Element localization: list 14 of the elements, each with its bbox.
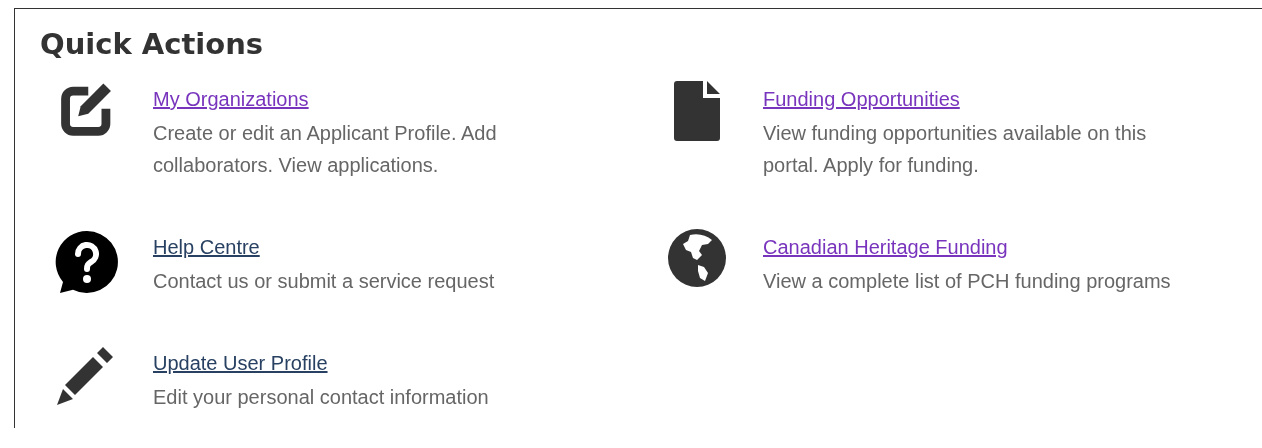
action-description: View funding opportunities available on this portal. Apply for funding. bbox=[763, 121, 1148, 178]
help-icon bbox=[53, 229, 120, 295]
action-description: Contact us or submit a service request bbox=[153, 269, 496, 294]
document-icon bbox=[673, 81, 720, 141]
section-heading: Quick Actions bbox=[40, 27, 265, 61]
action-link[interactable]: My Organizations bbox=[153, 81, 309, 117]
action-link[interactable]: Canadian Heritage Funding bbox=[763, 229, 1008, 265]
action-description: Create or edit an Applicant Profile. Add collaborators. View applications. bbox=[153, 121, 498, 178]
globe-icon bbox=[667, 229, 726, 287]
action-link[interactable]: Help Centre bbox=[153, 229, 260, 265]
action-link[interactable]: Update User Profile bbox=[153, 345, 328, 381]
action-description: Edit your personal contact information bbox=[153, 385, 490, 410]
action-description: View a complete list of PCH funding programs bbox=[763, 269, 1172, 294]
action-link[interactable]: Funding Opportunities bbox=[763, 81, 960, 117]
